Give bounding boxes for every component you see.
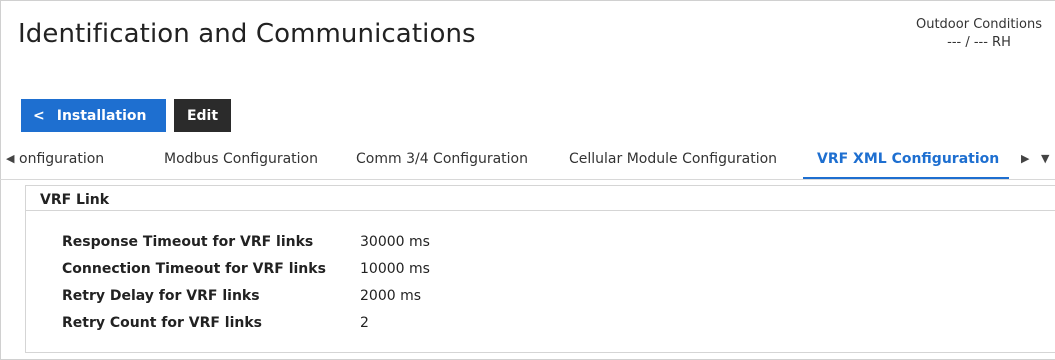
setting-label: Connection Timeout for VRF links <box>62 261 326 277</box>
setting-value: 30000 ms <box>360 234 430 250</box>
active-tab-indicator <box>803 177 1009 179</box>
setting-value: 2 <box>360 315 369 331</box>
setting-value: 2000 ms <box>360 288 422 304</box>
tab-vrf-xml-configuration[interactable]: VRF XML Configuration <box>817 151 999 167</box>
outdoor-conditions: Outdoor Conditions --- / --- RH <box>916 16 1042 52</box>
outdoor-conditions-value: --- / --- RH <box>947 35 1011 50</box>
tab-configuration[interactable]: onfiguration <box>19 151 104 167</box>
setting-label: Retry Delay for VRF links <box>62 288 260 304</box>
vrf-link-panel: VRF Link Response Timeout for VRF links … <box>25 185 1055 353</box>
section-divider <box>26 210 1055 211</box>
setting-value: 10000 ms <box>360 261 430 277</box>
setting-label: Retry Count for VRF links <box>62 315 263 331</box>
installation-button[interactable]: < Installation <box>21 99 166 132</box>
installation-button-label: Installation <box>56 107 147 124</box>
triangle-left-icon[interactable]: ◀ <box>6 152 14 165</box>
chevron-down-icon[interactable]: ▼ <box>1041 152 1049 165</box>
edit-button[interactable]: Edit <box>174 99 231 132</box>
edit-button-label: Edit <box>186 107 219 124</box>
section-title: VRF Link <box>40 192 110 208</box>
outdoor-conditions-label: Outdoor Conditions <box>915 17 1042 32</box>
tab-comm-3-4-configuration[interactable]: Comm 3/4 Configuration <box>356 151 528 167</box>
setting-label: Response Timeout for VRF links <box>62 234 314 250</box>
page-title: Identification and Communications <box>18 19 476 49</box>
tab-modbus-configuration[interactable]: Modbus Configuration <box>164 151 318 167</box>
tab-bar: ◀ onfiguration Modbus Configuration Comm… <box>0 141 1055 180</box>
triangle-right-icon[interactable]: ▶ <box>1021 152 1029 165</box>
tab-cellular-module-configuration[interactable]: Cellular Module Configuration <box>569 151 777 167</box>
chevron-left-icon: < <box>33 107 45 124</box>
